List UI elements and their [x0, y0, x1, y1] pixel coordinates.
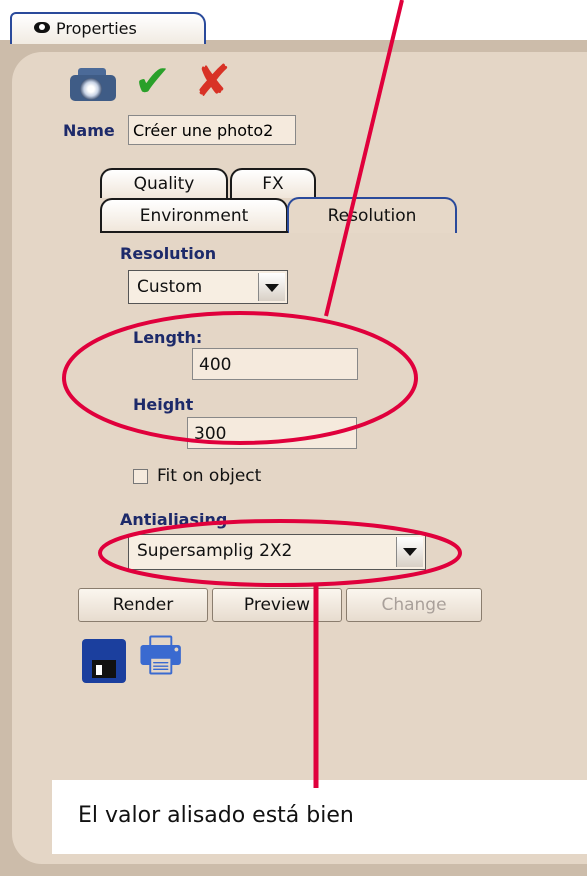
resolution-select-value: Custom [137, 277, 203, 297]
change-button[interactable]: Change [346, 588, 482, 622]
name-label: Name [63, 121, 115, 140]
annotation-text: El valor alisado está bien [78, 803, 354, 828]
antialiasing-select[interactable]: Supersamplig 2X2 [128, 534, 426, 570]
name-input[interactable]: Créer une photo2 [128, 115, 296, 145]
preview-button[interactable]: Preview [212, 588, 342, 622]
tab-fx[interactable]: FX [230, 168, 316, 198]
resolution-select[interactable]: Custom [128, 270, 288, 304]
tab-divider [100, 231, 288, 233]
tab-environment[interactable]: Environment [100, 198, 288, 232]
length-input[interactable]: 400 [192, 348, 358, 380]
height-input[interactable]: 300 [187, 417, 357, 449]
antialiasing-label: Antialiasing [120, 510, 228, 529]
chevron-down-icon[interactable] [396, 537, 423, 567]
resolution-label: Resolution [120, 244, 217, 263]
cross-icon[interactable]: ✘ [194, 60, 231, 104]
render-button[interactable]: Render [78, 588, 208, 622]
printer-icon[interactable]: 🖶 [138, 630, 183, 680]
tab-resolution[interactable]: Resolution [287, 197, 457, 233]
length-label: Length: [133, 328, 203, 347]
tab-quality[interactable]: Quality [100, 168, 228, 198]
chevron-down-icon[interactable] [258, 273, 285, 301]
fit-on-object-checkbox[interactable] [133, 469, 148, 484]
antialiasing-select-value: Supersamplig 2X2 [137, 541, 293, 561]
fit-on-object-label: Fit on object [157, 466, 262, 486]
tab-properties[interactable]: Properties [10, 12, 206, 44]
height-label: Height [133, 395, 194, 414]
save-icon-slot [96, 665, 102, 675]
checkmark-icon[interactable]: ✔ [134, 60, 171, 104]
tab-properties-label: Properties [56, 19, 137, 38]
eye-icon [34, 22, 50, 33]
camera-lens-icon [80, 78, 102, 100]
